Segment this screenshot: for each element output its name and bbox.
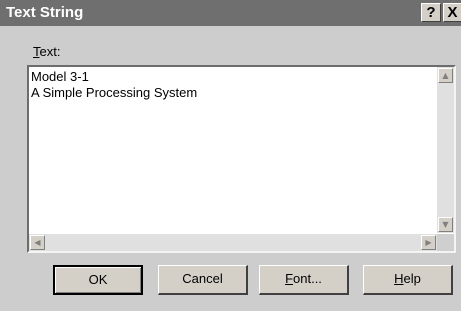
help-button-label: elp [403, 271, 421, 286]
title-bar[interactable]: Text String ? X [0, 0, 461, 26]
close-button[interactable]: X [443, 3, 461, 22]
text-label-rest: ext: [39, 44, 61, 59]
scrollbar-corner [437, 234, 454, 251]
dialog-title: Text String [6, 4, 84, 21]
scroll-right-icon[interactable]: ▶ [421, 235, 436, 250]
text-string-dialog: Text String ? X Text: Model 3-1 A Simple… [0, 0, 461, 311]
horizontal-scrollbar[interactable]: ◀ ▶ [29, 234, 437, 251]
vertical-scrollbar[interactable]: ▲ ▼ [437, 67, 454, 233]
text-input-area[interactable]: Model 3-1 A Simple Processing System ▲ ▼… [27, 65, 456, 253]
ok-button[interactable]: OK [53, 265, 143, 295]
text-content[interactable]: Model 3-1 A Simple Processing System [31, 69, 197, 101]
scroll-up-icon[interactable]: ▲ [438, 68, 453, 83]
scroll-left-icon[interactable]: ◀ [30, 235, 45, 250]
text-field-label: Text: [33, 44, 60, 59]
help-title-button[interactable]: ? [421, 3, 441, 22]
help-button[interactable]: Help [363, 265, 453, 295]
font-button-mnemonic: F [285, 271, 294, 286]
font-button[interactable]: Font... [259, 265, 349, 295]
scroll-down-icon[interactable]: ▼ [438, 217, 453, 232]
cancel-button[interactable]: Cancel [158, 265, 248, 295]
help-button-mnemonic: H [394, 271, 404, 286]
font-button-label: ont... [293, 271, 322, 286]
